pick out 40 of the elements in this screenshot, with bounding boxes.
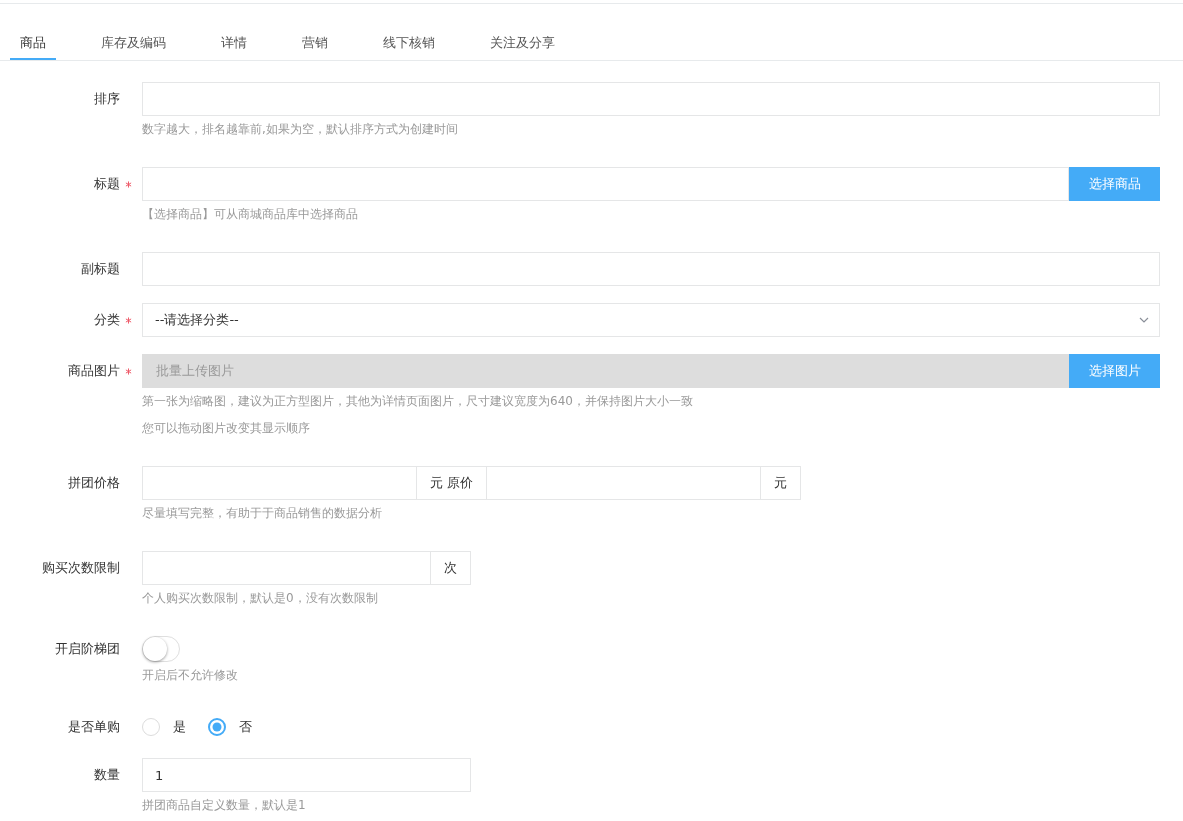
tab[interactable]: 商品 bbox=[10, 28, 56, 60]
field-label: 购买次数限制 bbox=[41, 559, 120, 577]
field-label: 商品图片 bbox=[67, 362, 120, 380]
tab[interactable]: 营销 bbox=[292, 28, 338, 60]
unit-addon: 次 bbox=[431, 551, 471, 585]
field-label: 开启阶梯团 bbox=[54, 640, 120, 658]
field-label: 拼团价格 bbox=[67, 474, 120, 492]
field-label: 是否单购 bbox=[67, 718, 120, 736]
help-text: 【选择商品】可从商城商品库中选择商品 bbox=[142, 206, 359, 223]
field-label: 分类 bbox=[93, 311, 120, 329]
input-field[interactable] bbox=[142, 82, 1160, 116]
help-text: 您可以拖动图片改变其显示顺序 bbox=[142, 420, 311, 437]
input-field[interactable] bbox=[142, 466, 417, 500]
input-field[interactable]: 1 bbox=[142, 758, 471, 792]
help-text: 数字越大，排名越靠前,如果为空，默认排序方式为创建时间 bbox=[142, 121, 459, 138]
unit-addon: 元 bbox=[761, 466, 801, 500]
unit-addon: 元 原价 bbox=[416, 466, 488, 500]
tab[interactable]: 关注及分享 bbox=[480, 28, 565, 60]
radio-label: 否 bbox=[239, 718, 252, 736]
help-text: 开启后不允许修改 bbox=[142, 667, 239, 684]
tab[interactable]: 库存及编码 bbox=[91, 28, 176, 60]
input-field[interactable] bbox=[142, 551, 431, 585]
field-label: 排序 bbox=[93, 90, 120, 108]
input-field[interactable] bbox=[142, 252, 1160, 286]
help-text: 个人购买次数限制，默认是0，没有次数限制 bbox=[142, 590, 379, 607]
tab[interactable]: 详情 bbox=[211, 28, 257, 60]
help-text: 第一张为缩略图，建议为正方型图片，其他为详情页面图片，尺寸建议宽度为640，并保持图片大小一致 bbox=[142, 393, 694, 410]
select-field[interactable]: --请选择分类-- bbox=[142, 303, 1160, 337]
chevron-down-icon bbox=[1139, 317, 1149, 323]
help-text: 尽量填写完整，有助于于商品销售的数据分析 bbox=[142, 505, 383, 522]
field-label: 标题 bbox=[93, 175, 120, 193]
radio-label: 是 bbox=[173, 718, 186, 736]
help-text: 拼团商品自定义数量，默认是1 bbox=[142, 797, 307, 812]
field-label: 数量 bbox=[93, 766, 120, 784]
radio-button[interactable] bbox=[208, 718, 226, 736]
input-field[interactable] bbox=[142, 167, 1069, 201]
tab[interactable]: 线下核销 bbox=[373, 28, 445, 60]
toggle-switch[interactable] bbox=[142, 636, 180, 662]
field-label: 副标题 bbox=[80, 260, 120, 278]
input-field[interactable] bbox=[487, 466, 761, 500]
